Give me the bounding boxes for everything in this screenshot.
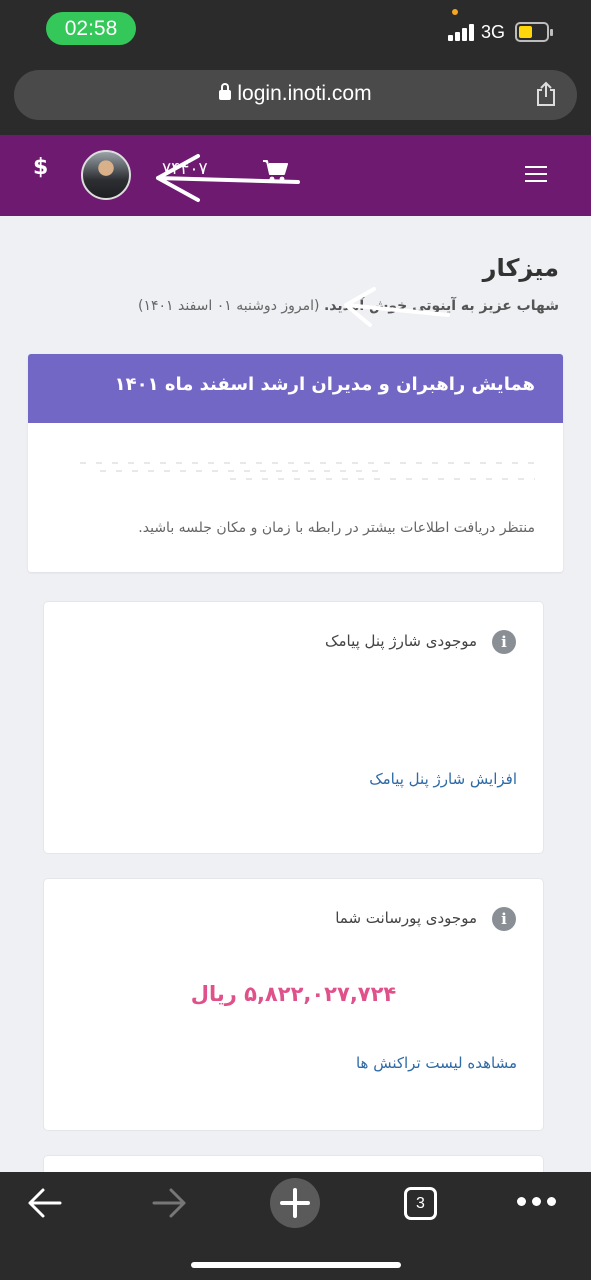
signal-icon — [448, 23, 476, 41]
menu-icon[interactable] — [525, 166, 547, 184]
transactions-list-link[interactable]: مشاهده لیست تراکنش ها — [356, 1054, 517, 1072]
commission-amount: ۵,۸۲۲,۰۲۷,۷۲۴ ریال — [190, 982, 397, 1006]
annotation-arrow — [156, 154, 300, 202]
more-icon[interactable] — [517, 1197, 557, 1207]
privacy-indicator — [452, 9, 458, 15]
commission-card-title: موجودی پورسانت شما — [335, 909, 477, 927]
battery-icon — [515, 22, 553, 42]
browser-toolbar: login.inoti.com — [0, 58, 591, 135]
plus-icon — [280, 1188, 310, 1218]
share-icon[interactable] — [535, 81, 557, 107]
event-card-body: منتظر دریافت اطلاعات بیشتر در رابطه با ز… — [138, 520, 535, 536]
url-text: login.inoti.com — [237, 82, 372, 105]
event-card-title: همایش راهبران و مدیران ارشد اسفند ماه ۱۴… — [28, 354, 563, 423]
welcome-date: (امروز دوشنبه ۰۱ اسفند ۱۴۰۱) — [138, 298, 320, 314]
forward-icon[interactable] — [152, 1187, 188, 1219]
page-title: میزکار — [482, 254, 559, 282]
back-icon[interactable] — [26, 1187, 62, 1219]
browser-bottom-bar: 3 — [0, 1172, 591, 1280]
new-tab-button[interactable] — [270, 1178, 320, 1228]
network-type: 3G — [481, 22, 506, 42]
tabs-icon[interactable]: 3 — [404, 1187, 437, 1220]
sms-card-title: موجودی شارژ پنل پیامک — [325, 632, 477, 650]
dollar-icon[interactable]: $ — [33, 155, 48, 180]
lock-icon — [219, 83, 232, 100]
address-bar[interactable]: login.inoti.com — [14, 70, 577, 120]
redacted-text — [80, 462, 540, 480]
info-icon: i — [492, 907, 516, 931]
annotation-arrow — [344, 287, 450, 327]
status-time: 02:58 — [46, 12, 136, 45]
increase-sms-charge-link[interactable]: افزایش شارژ پنل پیامک — [369, 770, 517, 788]
info-icon: i — [492, 630, 516, 654]
home-indicator — [191, 1262, 401, 1268]
avatar[interactable] — [81, 150, 131, 200]
sms-balance-card: i موجودی شارژ پنل پیامک افزایش شارژ پنل … — [43, 601, 544, 854]
status-bar: 02:58 3G — [0, 0, 591, 58]
commission-card: i موجودی پورسانت شما ۵,۸۲۲,۰۲۷,۷۲۴ ریال … — [43, 878, 544, 1131]
